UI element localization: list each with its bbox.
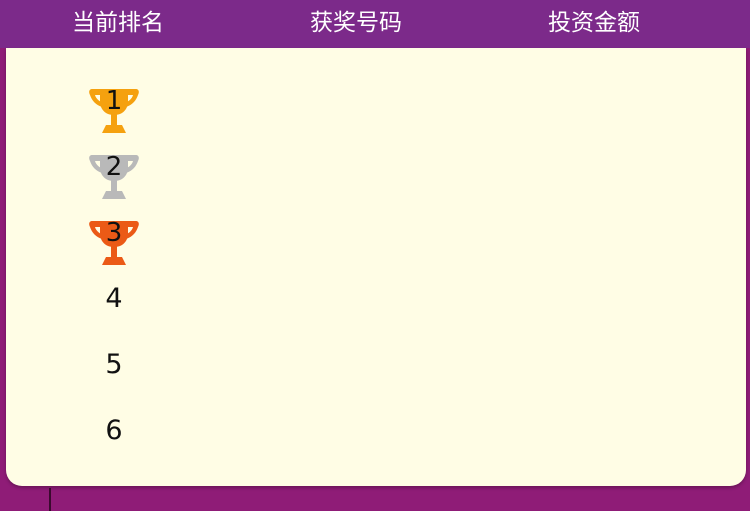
rank-number: 5: [105, 349, 123, 380]
divider: [49, 488, 51, 511]
rank-number: 1: [105, 86, 123, 116]
rank-cell: 1: [84, 85, 144, 145]
list-item: 5: [6, 345, 746, 411]
rank-cell: 2: [84, 151, 144, 211]
rank-number: 3: [105, 218, 123, 248]
rank-number: 4: [105, 283, 123, 314]
rank-cell: 6: [84, 411, 144, 471]
rank-cell: 3: [84, 217, 144, 277]
rank-cell: 5: [84, 345, 144, 405]
header-investment-amount: 投资金额: [548, 10, 640, 36]
header-winning-number: 获奖号码: [310, 10, 402, 36]
list-item: 4: [6, 279, 746, 345]
rank-number: 2: [105, 152, 123, 182]
rank-cell: 4: [84, 279, 144, 339]
rank-number: 6: [105, 415, 123, 446]
header-rank: 当前排名: [72, 10, 164, 36]
list-item: 6: [6, 411, 746, 477]
list-item: 3: [6, 217, 746, 283]
list-item: 2: [6, 151, 746, 217]
list-item: 1: [6, 85, 746, 151]
table-header: 当前排名 获奖号码 投资金额: [0, 0, 750, 48]
ranking-list: 1 2 3 4 5 6: [6, 48, 746, 486]
